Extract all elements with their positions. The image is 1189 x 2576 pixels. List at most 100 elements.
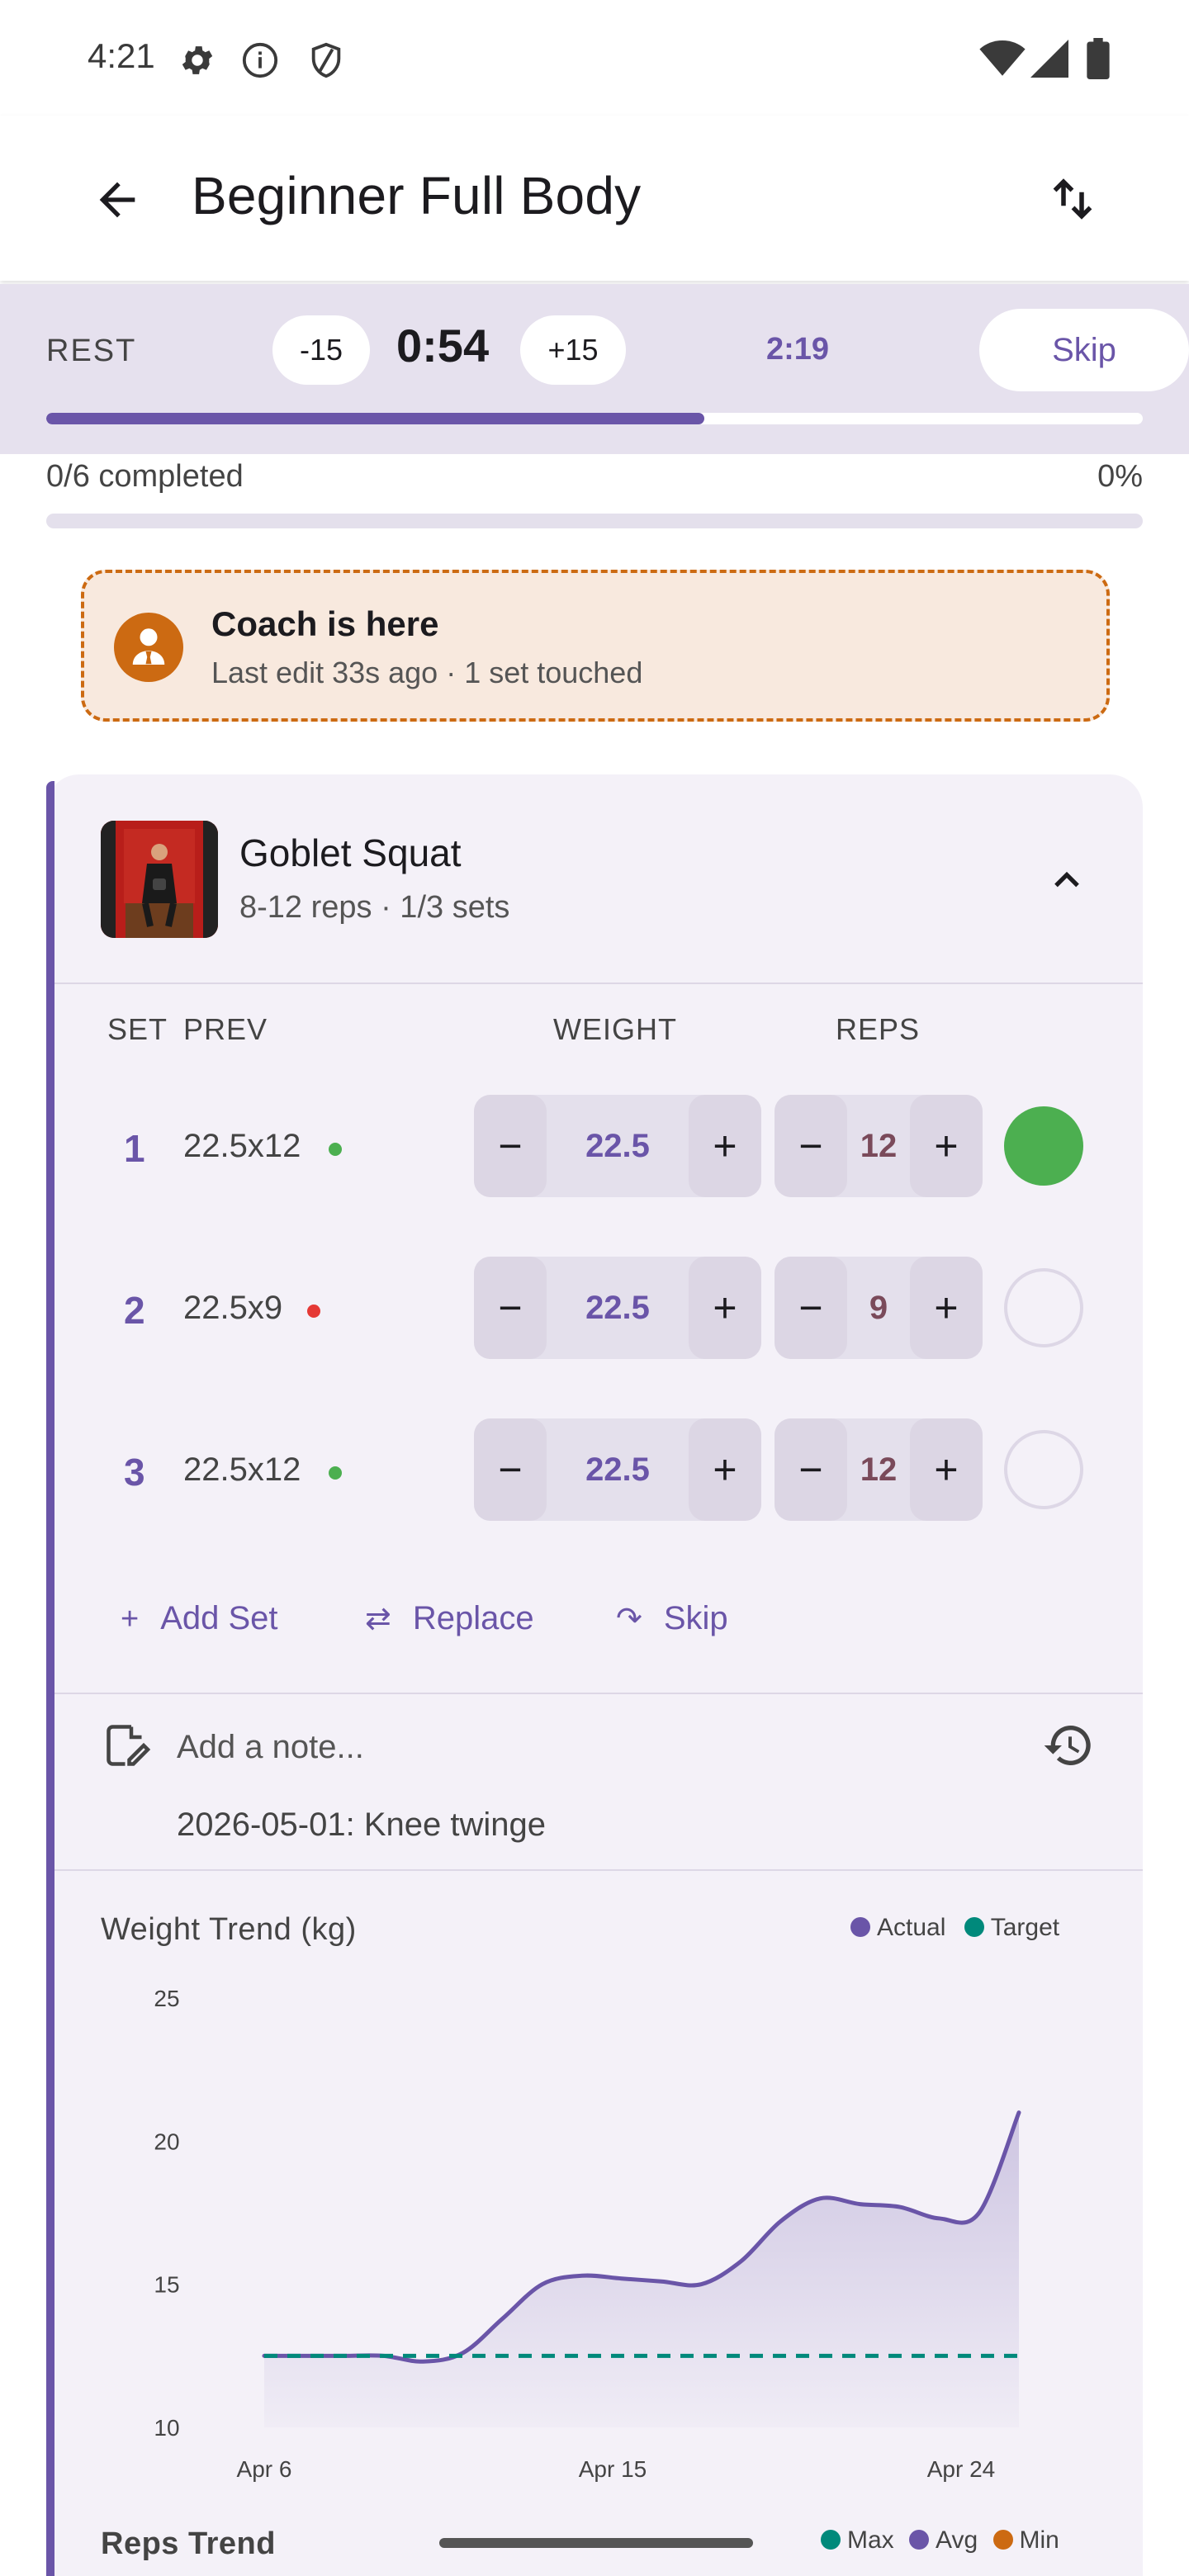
- reps-increment-button[interactable]: +: [910, 1418, 983, 1521]
- battery-icon: [1087, 38, 1110, 79]
- redo-icon: ↷: [616, 1602, 642, 1636]
- set-number: 2: [124, 1289, 145, 1332]
- weight-value[interactable]: 22.5: [547, 1095, 689, 1197]
- x-tick-label: Apr 24: [927, 2456, 996, 2482]
- previous-set-value: 22.5x12: [183, 1128, 301, 1164]
- set-complete-checkbox[interactable]: [1004, 1106, 1083, 1186]
- reps-stepper: −12 +: [775, 1418, 983, 1521]
- weight-value[interactable]: 22.5: [547, 1257, 689, 1359]
- weight-trend-chart: 10 15 20 25 Apr 6 Apr 15 Apr 24: [154, 1986, 1021, 2482]
- reps-value[interactable]: 12: [847, 1418, 910, 1521]
- previous-status-dot: [307, 1305, 320, 1318]
- previous-status-dot: [329, 1466, 342, 1480]
- previous-status-dot: [329, 1143, 342, 1156]
- skip-exercise-button[interactable]: ↷ Skip: [616, 1600, 728, 1637]
- weight-decrement-button[interactable]: −: [474, 1257, 547, 1359]
- set-complete-checkbox[interactable]: [1004, 1268, 1083, 1347]
- y-tick-label: 10: [154, 2415, 179, 2441]
- reps-decrement-button[interactable]: −: [775, 1418, 847, 1521]
- history-icon[interactable]: [1042, 1719, 1095, 1772]
- legend-dot: [850, 1917, 870, 1938]
- set-number: 3: [124, 1451, 145, 1494]
- column-header-reps: REPS: [836, 1012, 921, 1046]
- weight-increment-button[interactable]: +: [689, 1418, 761, 1521]
- previous-set-value: 22.5x12: [183, 1451, 301, 1488]
- legend-item-max: Max: [821, 2526, 894, 2554]
- completion-percent: 0%: [1097, 459, 1143, 494]
- exercise-meta: 8-12 reps · 1/3 sets: [239, 890, 510, 925]
- column-header-prev: PREV: [183, 1012, 268, 1046]
- card-divider: [54, 1869, 1143, 1871]
- rest-time: 0:54: [396, 320, 490, 372]
- collapse-chevron-icon[interactable]: [1045, 859, 1088, 902]
- reps-decrement-button[interactable]: −: [775, 1257, 847, 1359]
- reps-stepper: −12 +: [775, 1095, 983, 1197]
- reps-chart-title: Reps Trend: [101, 2526, 276, 2561]
- weight-stepper: −22.5 +: [474, 1095, 761, 1197]
- rest-progress-fill: [46, 413, 704, 424]
- plus-15-button[interactable]: +15: [520, 315, 626, 385]
- exercise-thumbnail[interactable]: [101, 821, 218, 938]
- weight-increment-button[interactable]: +: [689, 1095, 761, 1197]
- shield-icon: [311, 42, 341, 78]
- column-header-set: SET: [107, 1012, 168, 1046]
- exercise-name: Goblet Squat: [239, 831, 462, 874]
- rest-progress-bar: [46, 413, 1143, 424]
- legend-item-min: Min: [992, 2526, 1059, 2554]
- weight-increment-button[interactable]: +: [689, 1257, 761, 1359]
- note-input[interactable]: Add a note...: [177, 1729, 364, 1766]
- card-divider: [54, 983, 1143, 984]
- y-tick-label: 15: [154, 2272, 179, 2298]
- reorder-swap-icon[interactable]: [1045, 172, 1100, 226]
- page-title: Beginner Full Body: [192, 166, 642, 225]
- coach-banner: [81, 570, 1110, 722]
- rest-total-time: 2:19: [766, 332, 830, 367]
- reps-value[interactable]: 12: [847, 1095, 910, 1197]
- reps-increment-button[interactable]: +: [910, 1257, 983, 1359]
- reps-value[interactable]: 9: [847, 1257, 910, 1359]
- set-number: 1: [124, 1127, 145, 1170]
- column-header-weight: WEIGHT: [553, 1012, 677, 1046]
- weight-chart-title: Weight Trend (kg): [101, 1912, 357, 1947]
- weight-stepper: −22.5 +: [474, 1418, 761, 1521]
- coach-subtitle: Last edit 33s ago · 1 set touched: [211, 656, 643, 689]
- minus-15-button[interactable]: -15: [272, 315, 370, 385]
- gesture-nav-bar[interactable]: [439, 2538, 753, 2548]
- legend-item-target: Target: [964, 1914, 1059, 1941]
- info-icon: [242, 42, 278, 78]
- back-arrow-icon[interactable]: [91, 173, 144, 226]
- y-tick-label: 20: [154, 2129, 179, 2154]
- completion-progress-bar: [46, 514, 1143, 528]
- reps-increment-button[interactable]: +: [910, 1095, 983, 1197]
- legend-dot: [821, 2530, 841, 2550]
- actual-series-area: [264, 2112, 1019, 2427]
- weight-decrement-button[interactable]: −: [474, 1418, 547, 1521]
- cellular-signal-icon: [1030, 40, 1068, 78]
- add-set-button[interactable]: + Add Set: [121, 1600, 278, 1637]
- plus-icon: +: [121, 1602, 140, 1636]
- edit-note-icon: [107, 1725, 151, 1766]
- settings-icon: [182, 46, 213, 74]
- y-tick-label: 25: [154, 1986, 179, 2011]
- previous-set-value: 22.5x9: [183, 1290, 283, 1326]
- reps-stepper: −9 +: [775, 1257, 983, 1359]
- status-time: 4:21: [88, 36, 155, 75]
- weight-decrement-button[interactable]: −: [474, 1095, 547, 1197]
- reps-chart-legend: Max Avg Min: [821, 2526, 1059, 2555]
- wifi-icon: [979, 40, 1026, 76]
- set-complete-checkbox[interactable]: [1004, 1430, 1083, 1509]
- coach-avatar-icon: [114, 613, 183, 682]
- legend-dot: [964, 1917, 984, 1938]
- skip-rest-button[interactable]: Skip: [979, 309, 1189, 391]
- coach-title: Coach is here: [211, 604, 439, 643]
- card-divider: [54, 1693, 1143, 1694]
- note-history-entry: 2026-05-01: Knee twinge: [177, 1807, 546, 1843]
- status-bar: 4:21: [0, 0, 1189, 116]
- legend-dot: [909, 2530, 930, 2550]
- x-tick-label: Apr 15: [579, 2456, 647, 2482]
- weight-value[interactable]: 22.5: [547, 1418, 689, 1521]
- reps-decrement-button[interactable]: −: [775, 1095, 847, 1197]
- replace-button[interactable]: ⇄ Replace: [365, 1600, 534, 1637]
- swap-icon: ⇄: [365, 1602, 391, 1636]
- weight-stepper: −22.5 +: [474, 1257, 761, 1359]
